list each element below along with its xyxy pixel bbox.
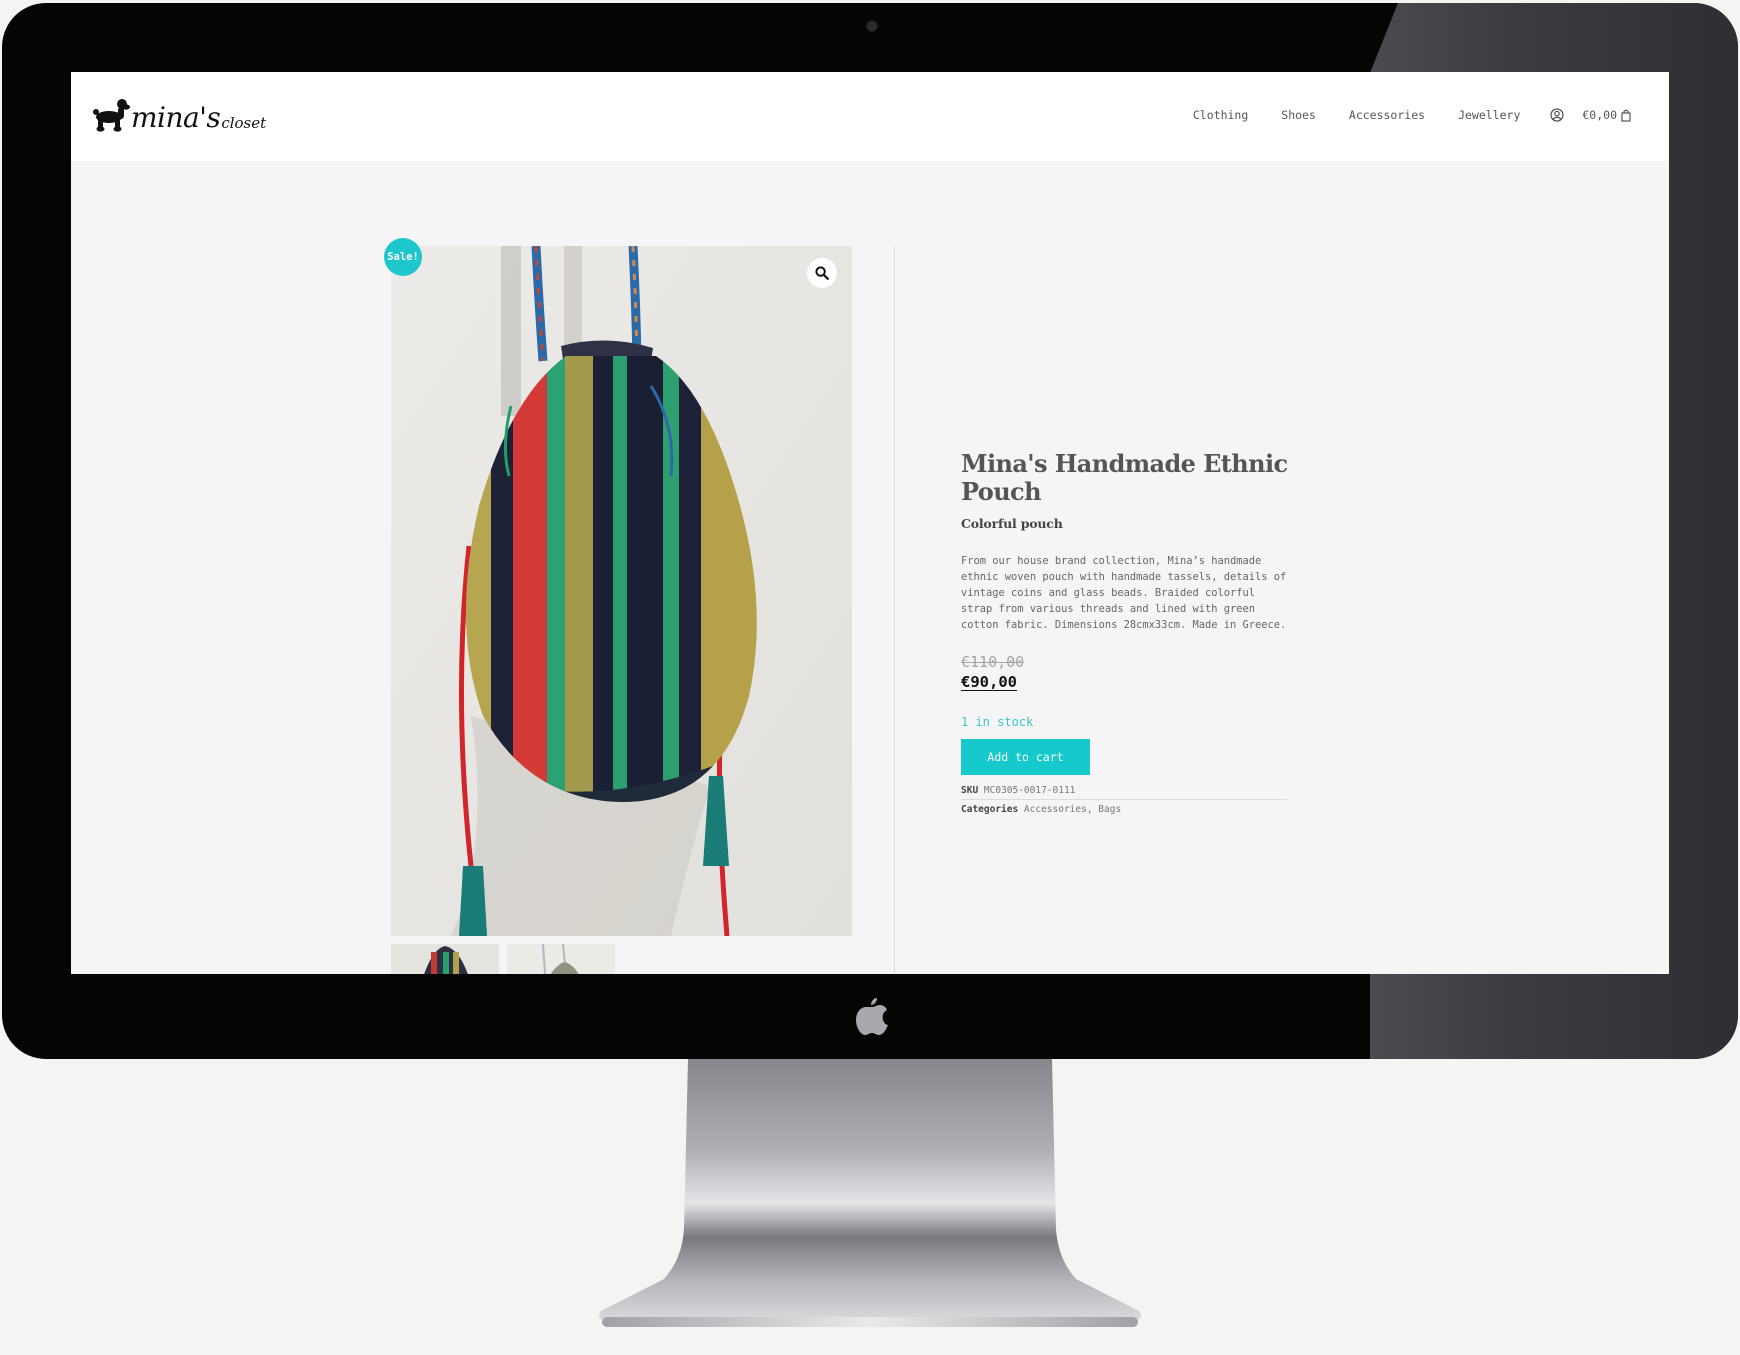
poodle-logo-icon bbox=[93, 99, 130, 132]
site-logo[interactable]: mina's closet bbox=[93, 98, 266, 132]
product-description: From our house brand collection, Mina’s … bbox=[961, 555, 1287, 631]
column-divider bbox=[894, 246, 895, 974]
image-zoom-button[interactable] bbox=[807, 258, 837, 288]
category-link-bags[interactable]: Bags bbox=[1098, 804, 1121, 815]
sku-value: MC0305-0017-0111 bbox=[983, 785, 1076, 796]
add-to-cart-button[interactable]: Add to cart bbox=[961, 739, 1090, 775]
nav-jewellery[interactable]: Jewellery bbox=[1458, 108, 1520, 122]
stock-status: 1 in stock bbox=[961, 715, 1034, 729]
cart-link[interactable]: €0,00 bbox=[1582, 108, 1631, 122]
sale-price: €90,00 bbox=[961, 673, 1017, 691]
camera-icon bbox=[866, 20, 878, 32]
sku-label: SKU bbox=[961, 785, 984, 796]
cart-total: €0,00 bbox=[1582, 108, 1617, 122]
product-title: Mina's Handmade Ethnic Pouch bbox=[961, 449, 1288, 506]
sku-row: SKU MC0305-0017-0111 bbox=[961, 781, 1287, 799]
product-gallery bbox=[391, 246, 852, 974]
shopping-bag-icon bbox=[1621, 109, 1631, 122]
user-circle-icon[interactable] bbox=[1550, 108, 1565, 122]
sale-badge: Sale! bbox=[384, 238, 422, 276]
categories-row: Categories Accessories, Bags bbox=[961, 799, 1287, 818]
thumbnail-strip bbox=[391, 944, 623, 974]
thumbnail-2[interactable] bbox=[507, 944, 615, 974]
logo-subword: closet bbox=[221, 114, 267, 132]
categories-label: Categories bbox=[961, 804, 1024, 815]
product-meta: SKU MC0305-0017-0111 Categories Accessor… bbox=[961, 781, 1287, 818]
thumbnail-1[interactable] bbox=[391, 944, 499, 974]
category-link-accessories[interactable]: Accessories bbox=[1024, 804, 1087, 815]
nav-shoes[interactable]: Shoes bbox=[1281, 108, 1316, 122]
magnifier-icon bbox=[815, 266, 829, 280]
site-header: mina's closet Clothing Shoes Accessories… bbox=[71, 72, 1669, 161]
regular-price: €110,00 bbox=[961, 653, 1025, 671]
category-separator: , bbox=[1086, 804, 1099, 815]
nav-accessories[interactable]: Accessories bbox=[1349, 108, 1425, 122]
monitor-stand bbox=[599, 1059, 1141, 1327]
main-nav: Clothing Shoes Accessories Jewellery €0,… bbox=[1193, 108, 1631, 122]
product-summary: Mina's Handmade Ethnic Pouch Colorful po… bbox=[961, 450, 1291, 818]
browser-screen: mina's closet Clothing Shoes Accessories… bbox=[71, 72, 1669, 974]
product-main-image[interactable] bbox=[391, 246, 852, 936]
pouch-photo bbox=[391, 246, 852, 936]
logo-wordmark: mina's bbox=[131, 101, 221, 134]
apple-logo-icon bbox=[856, 998, 888, 1035]
nav-clothing[interactable]: Clothing bbox=[1193, 108, 1248, 122]
product-subtitle: Colorful pouch bbox=[961, 516, 1063, 531]
